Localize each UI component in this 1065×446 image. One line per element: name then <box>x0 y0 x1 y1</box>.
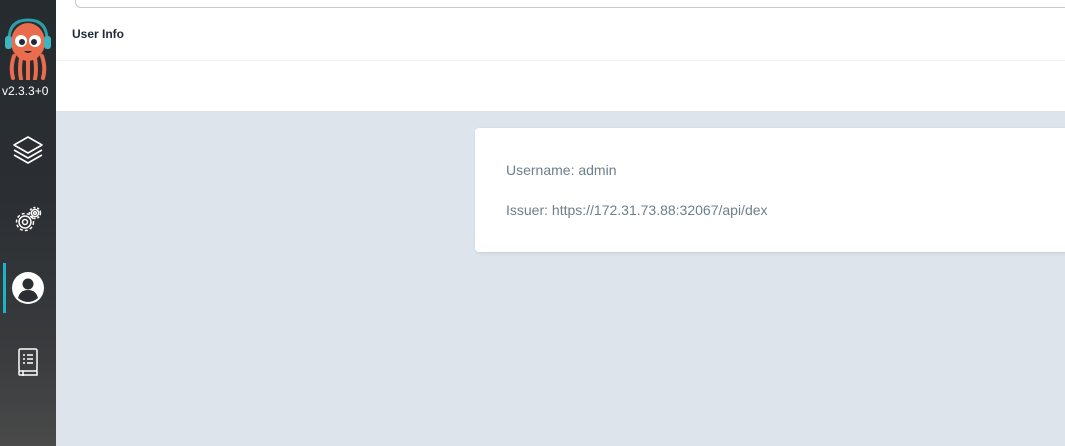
issuer-text: Issuer: https://172.31.73.88:32067/api/d… <box>506 202 768 218</box>
sidebar-item-documentation[interactable] <box>0 337 56 387</box>
main-content: Username: admin Issuer: https://172.31.7… <box>56 112 1065 446</box>
argo-octopus-logo-icon[interactable] <box>3 18 53 81</box>
sidebar-item-applications[interactable] <box>0 125 56 175</box>
sidebar-item-settings[interactable] <box>0 195 56 245</box>
sidebar: v2.3.3+0 <box>0 0 56 446</box>
top-bar: User Info <box>56 10 1065 61</box>
toolbar <box>56 61 1065 112</box>
browser-frame <box>0 0 1065 10</box>
username-text: Username: admin <box>506 162 617 178</box>
user-info-card: Username: admin Issuer: https://172.31.7… <box>475 128 1065 252</box>
user-circle-icon <box>11 271 45 305</box>
page-title: User Info <box>72 27 125 41</box>
sidebar-item-user-info[interactable] <box>0 263 56 313</box>
layers-icon <box>11 134 45 166</box>
gears-icon <box>12 204 44 236</box>
address-bar-edge <box>75 0 1065 8</box>
book-icon <box>15 347 41 377</box>
app-version: v2.3.3+0 <box>2 84 49 98</box>
